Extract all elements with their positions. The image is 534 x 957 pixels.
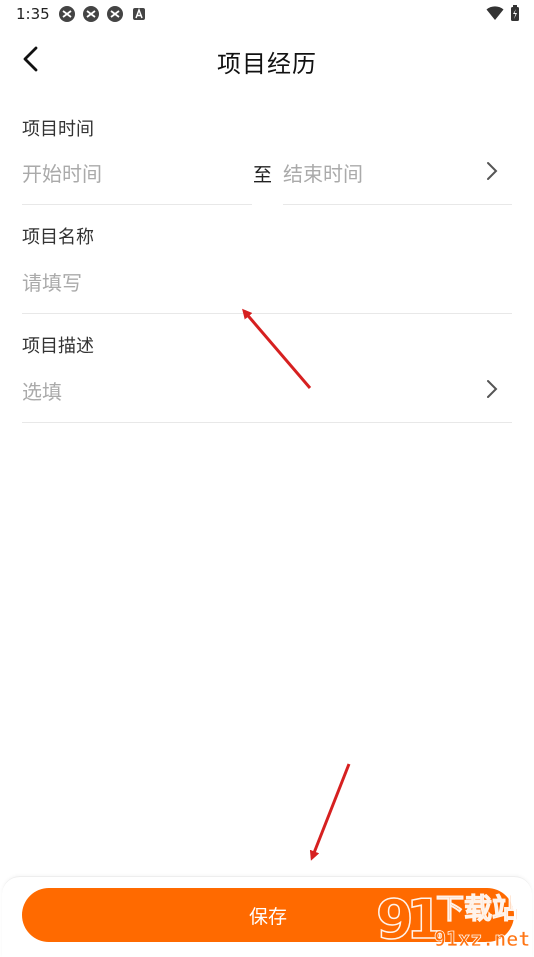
- save-button-label: 保存: [248, 905, 287, 928]
- project-desc-field[interactable]: 选填: [22, 376, 62, 405]
- a-notification-icon: [133, 7, 145, 20]
- project-desc-label: 项目描述: [22, 336, 94, 357]
- project-name-input[interactable]: 请填写: [22, 267, 82, 296]
- to-separator: 至: [253, 164, 273, 186]
- start-time-field[interactable]: 开始时间: [22, 158, 102, 187]
- battery-icon: [511, 5, 519, 21]
- status-bar: 1:35: [0, 0, 534, 28]
- watermark-site: 91xz.net: [434, 927, 530, 950]
- chevron-right-icon[interactable]: [482, 161, 502, 181]
- annotation-arrow: [309, 763, 351, 861]
- project-time-label: 项目时间: [22, 119, 94, 140]
- status-time: 1:35: [16, 5, 50, 23]
- end-time-field[interactable]: 结束时间: [283, 158, 363, 187]
- app-notification-icon: [83, 6, 99, 22]
- divider: [22, 422, 512, 423]
- annotation-arrow: [242, 308, 312, 389]
- divider: [283, 204, 512, 205]
- divider: [22, 313, 512, 314]
- project-name-label: 项目名称: [22, 227, 94, 248]
- divider: [22, 204, 252, 205]
- system-icons: [486, 4, 520, 22]
- notification-icons: [58, 5, 148, 23]
- wifi-icon: [486, 6, 504, 20]
- page-title: 项目经历: [217, 50, 317, 78]
- app-notification-icon: [107, 6, 123, 22]
- header: 项目经历: [0, 28, 534, 90]
- site-watermark-logo: 9 1 下载站 91xz.net: [375, 887, 530, 950]
- app-notification-icon: [59, 6, 75, 22]
- chevron-right-icon[interactable]: [482, 379, 502, 399]
- annotation-arrows: [242, 308, 351, 861]
- watermark-title: 下载站: [436, 892, 520, 925]
